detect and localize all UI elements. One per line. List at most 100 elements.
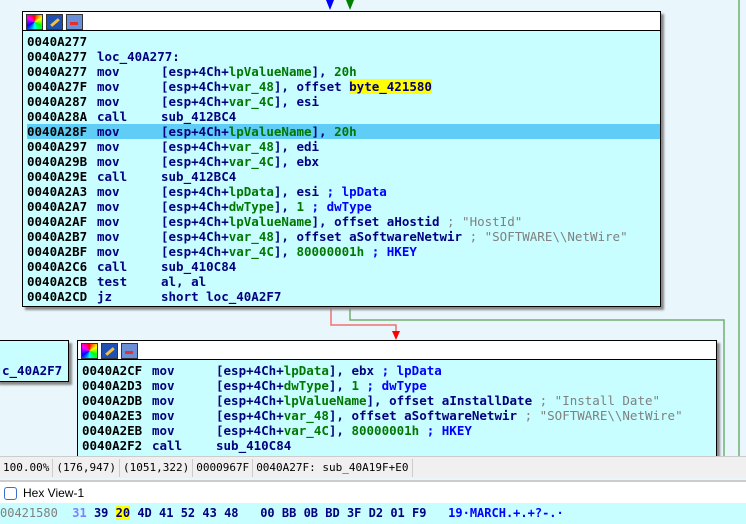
code-line[interactable]: 0040A277 loc_40A277: (27, 49, 660, 64)
code-block-loc-40a2f7[interactable]: c_40A2F7 (0, 340, 69, 382)
operand: [esp+4Ch+ (161, 94, 229, 109)
operand: var_4C (283, 423, 329, 438)
code-line[interactable]: 0040A2C6 call sub_410C84 (27, 259, 660, 274)
line-address: 0040A277 (27, 34, 88, 49)
mouse-position: (176,947) (53, 458, 120, 477)
hex-address: 00421580 (0, 506, 58, 520)
code-line[interactable]: 0040A28F mov [esp+4Ch+lpValueName], 20h (27, 124, 660, 139)
operand: 80000001h (296, 244, 365, 259)
code-line[interactable]: 0040A287 mov [esp+4Ch+var_4C], esi (27, 94, 660, 109)
hex-byte[interactable]: 0B (304, 506, 318, 520)
hex-byte[interactable]: 52 (181, 506, 195, 520)
code-line[interactable]: 0040A2F2 call sub_410C84 (82, 438, 716, 453)
hex-byte[interactable]: 31 (72, 506, 86, 520)
hex-byte[interactable]: 4D (137, 506, 151, 520)
operand: 1 (351, 378, 359, 393)
graph-group-icon[interactable] (66, 14, 83, 30)
mnemonic: mov (97, 154, 120, 169)
operand: ; lpData (381, 363, 442, 378)
operand: sub_412BC4 (161, 109, 237, 124)
code-line[interactable]: 0040A2E3 mov [esp+4Ch+var_48], offset aSof… (82, 408, 716, 423)
line-address: 0040A277 (27, 64, 88, 79)
operand: var_48 (228, 79, 274, 94)
graph-status-bar: 100.00% (176,947) (1051,322) 0000967F 00… (0, 456, 746, 478)
code-line[interactable]: 0040A29E call sub_412BC4 (27, 169, 660, 184)
hex-byte[interactable]: 48 (224, 506, 238, 520)
file-offset: 0000967F (193, 458, 254, 477)
line-address: 0040A297 (27, 139, 88, 154)
code-line[interactable]: 0040A2CD jz short loc_40A2F7 (27, 289, 660, 304)
hex-byte[interactable]: BD (325, 506, 339, 520)
mnemonic: mov (97, 214, 120, 229)
operand: [esp+4Ch+ (216, 378, 284, 393)
line-address: 0040A27F (27, 79, 88, 94)
code-line[interactable]: 0040A2A7 mov [esp+4Ch+dwType], 1 ; dwType (27, 199, 660, 214)
mnemonic: mov (97, 79, 120, 94)
code-line[interactable]: 0040A277 mov [esp+4Ch+lpValueName], 20h (27, 64, 660, 79)
code-line[interactable]: 0040A2AF mov [esp+4Ch+lpValueName], offset… (27, 214, 660, 229)
hex-view-tab[interactable]: Hex View-1 (0, 480, 746, 504)
code-line[interactable]: 0040A297 mov [esp+4Ch+var_48], edi (27, 139, 660, 154)
code-line[interactable]: 0040A29B mov [esp+4Ch+var_4C], ebx (27, 154, 660, 169)
hex-row[interactable]: 00421580 31 39 20 4D 41 52 43 48 00 BB 0… (0, 503, 746, 524)
hex-byte[interactable]: F9 (412, 506, 426, 520)
operand: 20h (334, 64, 357, 79)
hex-byte[interactable]: BB (282, 506, 296, 520)
code-line[interactable]: 0040A2CB test al, al (27, 274, 660, 289)
code-line[interactable]: 0040A2EB mov [esp+4Ch+var_4C], 80000001h ;… (82, 423, 716, 438)
code-line[interactable]: 0040A28A call sub_412BC4 (27, 109, 660, 124)
operand: [esp+4Ch+ (161, 184, 229, 199)
line-address: 0040A28F (27, 124, 88, 139)
edit-icon[interactable] (46, 14, 63, 30)
mnemonic: mov (152, 408, 175, 423)
code-line[interactable]: 0040A277 (27, 34, 660, 49)
mnemonic: mov (97, 184, 120, 199)
hex-byte[interactable]: 43 (202, 506, 216, 520)
mnemonic: call (97, 109, 128, 124)
mnemonic: mov (97, 124, 120, 139)
code-block-0040a2cf[interactable]: 0040A2CF mov [esp+4Ch+lpData], ebx ; lpDat… (77, 340, 717, 456)
code-block-loc-40a277[interactable]: 0040A277 0040A277 loc_40A277: 0040A277 mov [e… (22, 11, 661, 307)
hex-byte[interactable]: 41 (159, 506, 173, 520)
hex-view-title: Hex View-1 (23, 486, 85, 500)
hex-byte[interactable]: 39 (94, 506, 108, 520)
hex-byte[interactable]: 20 (115, 506, 131, 520)
color-palette-icon[interactable] (81, 343, 98, 359)
mnemonic: call (97, 259, 128, 274)
edit-icon[interactable] (101, 343, 118, 359)
operand: var_48 (228, 229, 274, 244)
operand: ], (328, 378, 352, 393)
code-line[interactable]: 0040A2D3 mov [esp+4Ch+dwType], 1 ; dwType (82, 378, 716, 393)
operand: ], offset aHostid (311, 214, 447, 229)
hex-byte[interactable]: 01 (390, 506, 404, 520)
line-address: 0040A287 (27, 94, 88, 109)
hex-byte[interactable]: 3F (347, 506, 361, 520)
color-palette-icon[interactable] (26, 14, 43, 30)
hex-byte[interactable]: D2 (369, 506, 383, 520)
line-address: 0040A2A7 (27, 199, 88, 214)
code-line[interactable]: 0040A2A3 mov [esp+4Ch+lpData], esi ; lpDat… (27, 184, 660, 199)
line-address: 0040A2A3 (27, 184, 88, 199)
code-line[interactable]: 0040A2B7 mov [esp+4Ch+var_48], offset aSof… (27, 229, 660, 244)
line-address: 0040A29B (27, 154, 88, 169)
code-line[interactable]: 0040A2CF mov [esp+4Ch+lpData], ebx ; lpDat… (82, 363, 716, 378)
graph-group-icon[interactable] (121, 343, 138, 359)
operand: ; dwType (304, 199, 372, 214)
hex-byte[interactable]: 00 (260, 506, 274, 520)
operand: [esp+4Ch+ (216, 393, 284, 408)
block-label: c_40A2F7 (2, 363, 63, 378)
operand: lpData (283, 363, 329, 378)
operand: ; dwType (359, 378, 427, 393)
current-location: 0040A27F: sub_40A19F+E0 (253, 458, 413, 477)
code-line[interactable]: 0040A27F mov [esp+4Ch+var_48], offset byte… (27, 79, 660, 94)
mnemonic: mov (152, 423, 175, 438)
operand: ], ebx (273, 154, 320, 169)
operand: lpValueName (228, 214, 312, 229)
graph-view[interactable]: 0040A277 0040A277 loc_40A277: 0040A277 mov [e… (0, 0, 746, 456)
operand: dwType (228, 199, 274, 214)
code-line[interactable]: 0040A2DB mov [esp+4Ch+lpValueName], offset… (82, 393, 716, 408)
code-line[interactable]: 0040A2BF mov [esp+4Ch+var_4C], 80000001h ;… (27, 244, 660, 259)
operand: 1 (296, 199, 304, 214)
line-address: 0040A2C6 (27, 259, 88, 274)
operand: lpValueName (228, 64, 312, 79)
